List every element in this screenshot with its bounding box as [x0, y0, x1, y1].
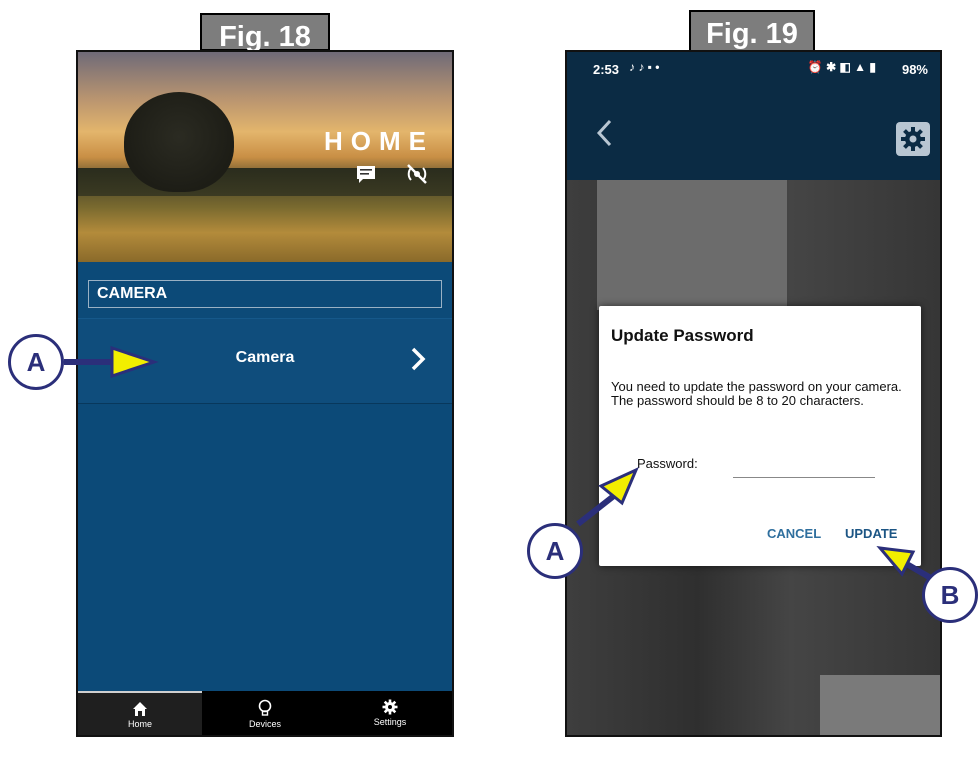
callout-arrows — [64, 345, 950, 591]
arrow-pointer-b19 — [876, 546, 916, 577]
callout-a-fig19: A — [527, 523, 583, 579]
callout-a-fig18: A — [8, 334, 64, 390]
arrow-pointer-a18 — [110, 345, 159, 379]
callout-b-fig19: B — [922, 567, 978, 623]
